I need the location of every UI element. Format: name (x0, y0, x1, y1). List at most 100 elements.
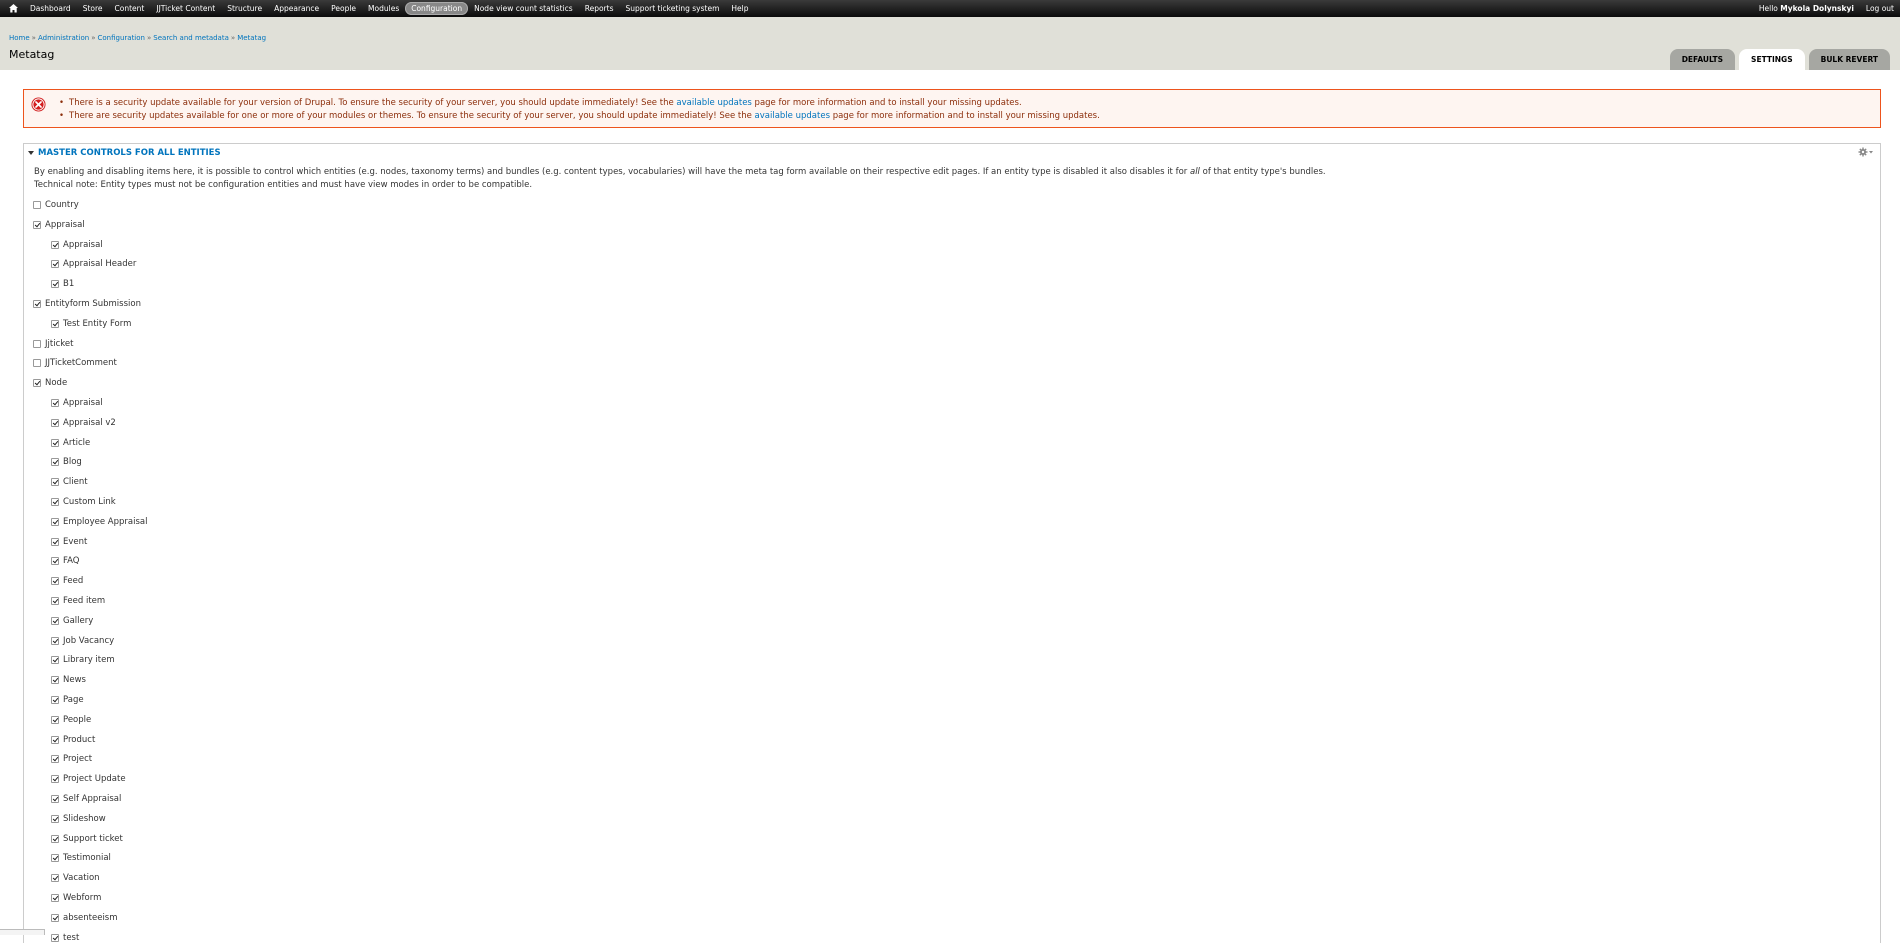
checkbox-label[interactable]: B1 (63, 279, 74, 289)
checkbox-label[interactable]: Webform (63, 893, 101, 903)
checkbox-label[interactable]: Feed item (63, 596, 105, 606)
breadcrumb-search-metadata[interactable]: Search and metadata (153, 34, 229, 42)
tab-settings[interactable]: SETTINGS (1739, 49, 1805, 70)
checkbox-label[interactable]: Appraisal v2 (63, 418, 116, 428)
checkbox-label[interactable]: FAQ (63, 556, 79, 566)
toolbar-item-people[interactable]: People (325, 2, 362, 15)
checkbox-label[interactable]: Event (63, 537, 87, 547)
checkbox-label[interactable]: JJTicketComment (45, 358, 117, 368)
toolbar-item-structure[interactable]: Structure (221, 2, 268, 15)
checkbox[interactable] (51, 735, 59, 744)
bundle-checkbox[interactable]: Custom Link (51, 496, 116, 508)
checkbox-label[interactable]: Country (45, 200, 79, 210)
checkbox[interactable] (51, 656, 59, 665)
toolbar-item-support-ticketing[interactable]: Support ticketing system (619, 2, 725, 15)
checkbox-label[interactable]: Entityform Submission (45, 299, 141, 309)
checkbox[interactable] (51, 280, 59, 289)
bundle-checkbox[interactable]: Appraisal (51, 397, 103, 409)
checkbox[interactable] (51, 636, 59, 645)
bundle-checkbox[interactable]: Appraisal v2 (51, 417, 116, 429)
bundle-checkbox[interactable]: Project Update (51, 773, 126, 785)
checkbox[interactable] (51, 854, 59, 863)
entity-type-checkbox[interactable]: Jjticket (33, 338, 73, 350)
checkbox[interactable] (51, 537, 59, 546)
bundle-checkbox[interactable]: Support ticket (51, 833, 123, 845)
checkbox[interactable] (51, 260, 59, 269)
bundle-checkbox[interactable]: Employee Appraisal (51, 516, 147, 528)
checkbox[interactable] (51, 834, 59, 843)
checkbox[interactable] (51, 399, 59, 407)
bundle-checkbox[interactable]: test (51, 932, 79, 944)
bundle-checkbox[interactable]: Blog (51, 456, 82, 468)
bundle-checkbox[interactable]: Project (51, 753, 92, 765)
checkbox[interactable] (51, 795, 59, 803)
entity-type-checkbox[interactable]: Node (33, 377, 67, 389)
checkbox[interactable] (51, 755, 59, 764)
checkbox[interactable] (51, 577, 59, 586)
checkbox[interactable] (51, 478, 59, 487)
bundle-checkbox[interactable]: absenteeism (51, 912, 118, 924)
bundle-checkbox[interactable]: Appraisal Header (51, 258, 136, 270)
checkbox-label[interactable]: Appraisal Header (63, 259, 136, 269)
checkbox[interactable] (51, 894, 59, 902)
checkbox[interactable] (51, 418, 59, 427)
bundle-checkbox[interactable]: Feed (51, 575, 83, 587)
checkbox-label[interactable]: Gallery (63, 616, 93, 626)
bundle-checkbox[interactable]: Appraisal (51, 239, 103, 251)
entity-type-checkbox[interactable]: Appraisal (33, 219, 85, 231)
bundle-checkbox[interactable]: Webform (51, 892, 101, 904)
entity-type-checkbox[interactable]: JJTicketComment (33, 357, 117, 369)
bundle-checkbox[interactable]: Page (51, 694, 84, 706)
checkbox[interactable] (51, 319, 59, 328)
bundle-checkbox[interactable]: News (51, 674, 86, 686)
bundle-checkbox[interactable]: Slideshow (51, 813, 106, 825)
checkbox[interactable] (33, 339, 41, 348)
checkbox[interactable] (51, 913, 59, 922)
checkbox[interactable] (33, 201, 41, 209)
checkbox-label[interactable]: Node (45, 378, 67, 388)
home-icon[interactable] (8, 3, 19, 14)
bundle-checkbox[interactable]: People (51, 714, 91, 726)
entity-type-checkbox[interactable]: Entityform Submission (33, 298, 141, 310)
logout-link[interactable]: Log out (1866, 4, 1894, 13)
bundle-checkbox[interactable]: Product (51, 734, 95, 746)
checkbox-label[interactable]: Library item (63, 655, 115, 665)
bundle-checkbox[interactable]: Feed item (51, 595, 105, 607)
bundle-checkbox[interactable]: Client (51, 476, 88, 488)
checkbox-label[interactable]: Slideshow (63, 814, 106, 824)
available-updates-link[interactable]: available updates (755, 111, 830, 121)
checkbox-label[interactable]: Job Vacancy (63, 636, 114, 646)
checkbox[interactable] (51, 458, 59, 467)
checkbox[interactable] (51, 240, 59, 249)
collapse-arrow-icon[interactable] (28, 151, 34, 155)
fieldset-legend-label[interactable]: MASTER CONTROLS FOR ALL ENTITIES (38, 148, 221, 158)
tab-bulk-revert[interactable]: BULK REVERT (1808, 49, 1890, 70)
checkbox-label[interactable]: Jjticket (45, 339, 73, 349)
checkbox-label[interactable]: Client (63, 477, 88, 487)
checkbox-label[interactable]: News (63, 675, 86, 685)
toolbar-item-appearance[interactable]: Appearance (268, 2, 325, 15)
entity-type-checkbox[interactable]: Country (33, 199, 79, 211)
bundle-checkbox[interactable]: B1 (51, 278, 74, 290)
username[interactable]: Mykola Dolynskyi (1780, 4, 1854, 13)
checkbox[interactable] (33, 379, 41, 388)
checkbox-label[interactable]: Feed (63, 576, 83, 586)
checkbox[interactable] (51, 597, 59, 605)
bundle-checkbox[interactable]: Gallery (51, 615, 93, 627)
checkbox[interactable] (33, 220, 41, 229)
fieldset-legend[interactable]: MASTER CONTROLS FOR ALL ENTITIES (28, 148, 221, 158)
checkbox[interactable] (51, 438, 59, 447)
checkbox-label[interactable]: Appraisal (63, 398, 103, 408)
checkbox[interactable] (51, 676, 59, 685)
checkbox[interactable] (51, 498, 59, 506)
bundle-checkbox[interactable]: Testimonial (51, 852, 111, 864)
checkbox-label[interactable]: Appraisal (63, 240, 103, 250)
toolbar-item-help[interactable]: Help (725, 2, 754, 15)
bundle-checkbox[interactable]: Vacation (51, 872, 100, 884)
checkbox[interactable] (51, 517, 59, 526)
checkbox-label[interactable]: Testimonial (63, 853, 111, 863)
available-updates-link[interactable]: available updates (676, 98, 751, 108)
toolbar-item-modules[interactable]: Modules (362, 2, 405, 15)
toolbar-item-configuration[interactable]: Configuration (405, 2, 469, 15)
checkbox[interactable] (51, 874, 59, 883)
